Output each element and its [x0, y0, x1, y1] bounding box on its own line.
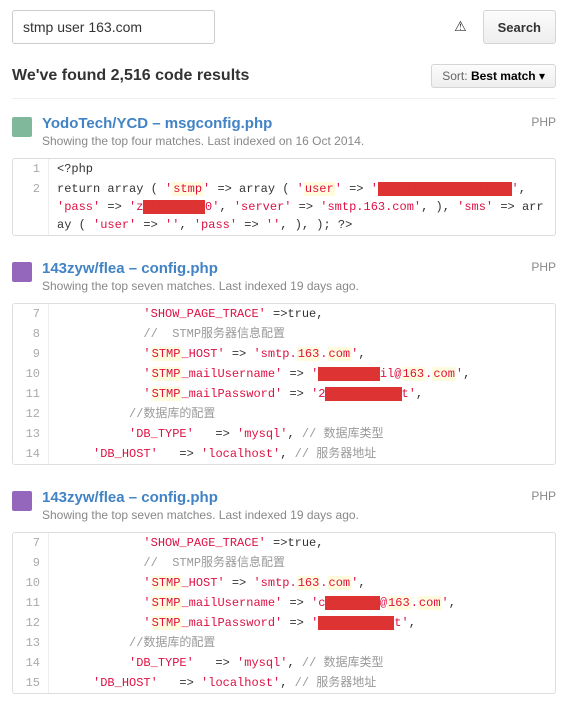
line-content: 'STMP_mailPassword' => '██████████t', — [49, 613, 555, 633]
line-content: 'STMP_mailUsername' => 'c███████@163.com… — [49, 593, 555, 613]
avatar — [12, 262, 32, 282]
result-link[interactable]: 143zyw/flea – config.php — [42, 489, 218, 506]
sort-label: Sort: — [442, 69, 467, 83]
line-number: 10 — [13, 573, 49, 593]
code-line: 15 'DB_HOST' => 'localhost', // 服务器地址 — [13, 673, 555, 693]
chevron-down-icon: ▾ — [539, 69, 545, 83]
code-line: 14 'DB_TYPE' => 'mysql', // 数据库类型 — [13, 653, 555, 673]
line-number: 13 — [13, 424, 49, 444]
line-number: 10 — [13, 364, 49, 384]
line-content: // STMP服务器信息配置 — [49, 324, 555, 344]
line-content: 'SHOW_PAGE_TRACE' =>true, — [49, 304, 555, 324]
search-button[interactable]: Search — [483, 10, 556, 44]
language-label: PHP — [531, 260, 556, 274]
line-content: 'DB_TYPE' => 'mysql', // 数据库类型 — [49, 653, 555, 673]
code-snippet: 1<?php2return array ( 'stmp' => array ( … — [12, 158, 556, 236]
code-line: 7 'SHOW_PAGE_TRACE' =>true, — [13, 304, 555, 324]
line-content: 'STMP_mailPassword' => '2██████████t', — [49, 384, 555, 404]
search-result: 143zyw/flea – config.php Showing the top … — [12, 260, 556, 465]
code-line: 14 'DB_HOST' => 'localhost', // 服务器地址 — [13, 444, 555, 464]
line-content: 'DB_HOST' => 'localhost', // 服务器地址 — [49, 673, 555, 693]
code-snippet: 7 'SHOW_PAGE_TRACE' =>true,8 // STMP服务器信… — [12, 303, 556, 465]
sort-dropdown[interactable]: Sort: Best match ▾ — [431, 64, 556, 88]
results-heading: We've found 2,516 code results — [12, 67, 249, 85]
code-line: 13 //数据库的配置 — [13, 633, 555, 653]
result-link[interactable]: 143zyw/flea – config.php — [42, 260, 218, 277]
line-number: 9 — [13, 344, 49, 364]
line-content: <?php — [49, 159, 555, 179]
line-content: 'DB_HOST' => 'localhost', // 服务器地址 — [49, 444, 555, 464]
line-content: 'STMP_mailUsername' => '████████il@163.c… — [49, 364, 555, 384]
code-line: 11 'STMP_mailUsername' => 'c███████@163.… — [13, 593, 555, 613]
line-number: 8 — [13, 324, 49, 344]
line-number: 15 — [13, 673, 49, 693]
code-line: 12 //数据库的配置 — [13, 404, 555, 424]
line-content: // STMP服务器信息配置 — [49, 553, 555, 573]
line-content: //数据库的配置 — [49, 633, 555, 653]
result-subtext: Showing the top seven matches. Last inde… — [42, 508, 521, 522]
code-line: 9 'STMP_HOST' => 'smtp.163.com', — [13, 344, 555, 364]
search-result: YodoTech/YCD – msgconfig.php Showing the … — [12, 115, 556, 236]
code-line: 12 'STMP_mailPassword' => '██████████t', — [13, 613, 555, 633]
result-subtext: Showing the top four matches. Last index… — [42, 134, 521, 148]
code-line: 7 'SHOW_PAGE_TRACE' =>true, — [13, 533, 555, 553]
line-content: 'DB_TYPE' => 'mysql', // 数据库类型 — [49, 424, 555, 444]
search-bar: ⚠ Search — [12, 10, 556, 44]
code-line: 11 'STMP_mailPassword' => '2██████████t'… — [13, 384, 555, 404]
code-line: 10 'STMP_mailUsername' => '████████il@16… — [13, 364, 555, 384]
search-result: 143zyw/flea – config.php Showing the top … — [12, 489, 556, 694]
language-label: PHP — [531, 489, 556, 503]
code-line: 13 'DB_TYPE' => 'mysql', // 数据库类型 — [13, 424, 555, 444]
code-line: 8 // STMP服务器信息配置 — [13, 324, 555, 344]
line-number: 12 — [13, 404, 49, 424]
line-number: 9 — [13, 553, 49, 573]
sort-value: Best match — [471, 69, 536, 83]
line-content: 'STMP_HOST' => 'smtp.163.com', — [49, 573, 555, 593]
avatar — [12, 117, 32, 137]
line-content: return array ( 'stmp' => array ( 'user' … — [49, 179, 555, 235]
language-label: PHP — [531, 115, 556, 129]
code-line: 9 // STMP服务器信息配置 — [13, 553, 555, 573]
line-number: 11 — [13, 593, 49, 613]
line-number: 11 — [13, 384, 49, 404]
line-number: 14 — [13, 444, 49, 464]
line-content: //数据库的配置 — [49, 404, 555, 424]
line-number: 13 — [13, 633, 49, 653]
line-number: 7 — [13, 533, 49, 553]
result-link[interactable]: YodoTech/YCD – msgconfig.php — [42, 115, 272, 132]
code-line: 2return array ( 'stmp' => array ( 'user'… — [13, 179, 555, 235]
line-number: 12 — [13, 613, 49, 633]
line-number: 1 — [13, 159, 49, 179]
line-content: 'STMP_HOST' => 'smtp.163.com', — [49, 344, 555, 364]
code-line: 10 'STMP_HOST' => 'smtp.163.com', — [13, 573, 555, 593]
code-snippet: 7 'SHOW_PAGE_TRACE' =>true,9 // STMP服务器信… — [12, 532, 556, 694]
line-number: 7 — [13, 304, 49, 324]
line-content: 'SHOW_PAGE_TRACE' =>true, — [49, 533, 555, 553]
line-number: 2 — [13, 179, 49, 235]
line-number: 14 — [13, 653, 49, 673]
avatar — [12, 491, 32, 511]
code-line: 1<?php — [13, 159, 555, 179]
result-subtext: Showing the top seven matches. Last inde… — [42, 279, 521, 293]
search-input[interactable] — [12, 10, 215, 44]
warning-icon: ⚠ — [454, 18, 467, 35]
